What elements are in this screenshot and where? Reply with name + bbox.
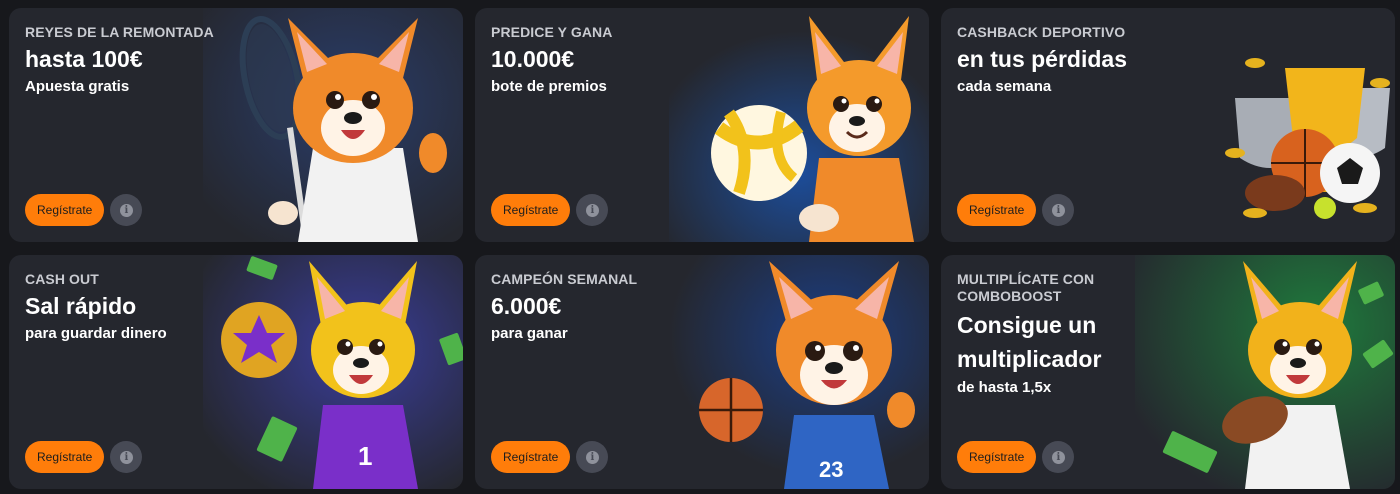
promo-card-comboboost[interactable]: MULTIPLÍCATE CON COMBOBOOST Consigue un … (941, 255, 1395, 489)
info-icon: i (585, 203, 599, 217)
promo-eyebrow: MULTIPLÍCATE CON COMBOBOOST (957, 271, 1095, 304)
register-button[interactable]: Regístrate (491, 441, 571, 473)
register-button[interactable]: Regístrate (957, 441, 1037, 473)
info-icon: i (119, 450, 133, 464)
info-button[interactable]: i (576, 441, 609, 473)
info-button[interactable]: i (576, 194, 609, 226)
promo-subline: Apuesta gratis (25, 78, 130, 95)
promo-headline: hasta 100€ (25, 46, 143, 72)
register-button[interactable]: Regístrate (25, 441, 105, 473)
promo-eyebrow: REYES DE LA REMONTADA (25, 24, 214, 40)
promo-actions: Regístrate i (957, 194, 1075, 226)
promo-eyebrow: CAMPEÓN SEMANAL (491, 271, 638, 287)
info-button[interactable]: i (1042, 441, 1075, 473)
promo-headline: Consigue un multiplicador (957, 312, 1102, 372)
svg-text:23: 23 (819, 457, 843, 482)
promo-card-predice[interactable]: PREDICE Y GANA 10.000€ bote de premios R… (475, 8, 929, 242)
promo-actions: Regístrate i (957, 441, 1075, 473)
info-button[interactable]: i (1042, 194, 1075, 226)
register-button[interactable]: Regístrate (491, 194, 571, 226)
promo-text: CASH OUT Sal rápido para guardar dinero (25, 271, 255, 344)
register-button[interactable]: Regístrate (25, 194, 105, 226)
info-icon: i (585, 450, 599, 464)
promo-card-campeon[interactable]: 23 CAMPEÓN SEMANAL 6.000€ para ganar Reg… (475, 255, 929, 489)
promo-actions: Regístrate i (25, 441, 143, 473)
promo-text: PREDICE Y GANA 10.000€ bote de premios (491, 24, 721, 97)
promo-text: MULTIPLÍCATE CON COMBOBOOST Consigue un … (957, 271, 1187, 398)
promo-card-cashout[interactable]: 1 CASH OUT Sal rápido para guardar diner… (9, 255, 463, 489)
info-icon: i (119, 203, 133, 217)
promo-eyebrow: PREDICE Y GANA (491, 24, 613, 40)
promo-text: REYES DE LA REMONTADA hasta 100€ Apuesta… (25, 24, 255, 97)
promo-actions: Regístrate i (491, 194, 609, 226)
promo-text: CAMPEÓN SEMANAL 6.000€ para ganar (491, 271, 721, 344)
promo-card-remontada[interactable]: REYES DE LA REMONTADA hasta 100€ Apuesta… (9, 8, 463, 242)
promo-grid: REYES DE LA REMONTADA hasta 100€ Apuesta… (0, 0, 1400, 494)
svg-text:1: 1 (358, 441, 372, 471)
info-button[interactable]: i (110, 194, 143, 226)
promo-eyebrow: CASH OUT (25, 271, 99, 287)
promo-headline: en tus pérdidas (957, 46, 1127, 72)
promo-subline: para ganar (491, 325, 568, 342)
promo-headline: Sal rápido (25, 293, 137, 319)
promo-actions: Regístrate i (25, 194, 143, 226)
promo-eyebrow: CASHBACK DEPORTIVO (957, 24, 1126, 40)
promo-subline: bote de premios (491, 78, 607, 95)
info-icon: i (1051, 450, 1065, 464)
promo-subline: de hasta 1,5x (957, 379, 1052, 396)
promo-actions: Regístrate i (491, 441, 609, 473)
register-button[interactable]: Regístrate (957, 194, 1037, 226)
promo-subline: cada semana (957, 78, 1052, 95)
promo-card-cashback[interactable]: CASHBACK DEPORTIVO en tus pérdidas cada … (941, 8, 1395, 242)
promo-text: CASHBACK DEPORTIVO en tus pérdidas cada … (957, 24, 1187, 97)
promo-subline: para guardar dinero (25, 325, 167, 342)
info-icon: i (1051, 203, 1065, 217)
info-button[interactable]: i (110, 441, 143, 473)
promo-headline: 6.000€ (491, 293, 562, 319)
promo-headline: 10.000€ (491, 46, 575, 72)
